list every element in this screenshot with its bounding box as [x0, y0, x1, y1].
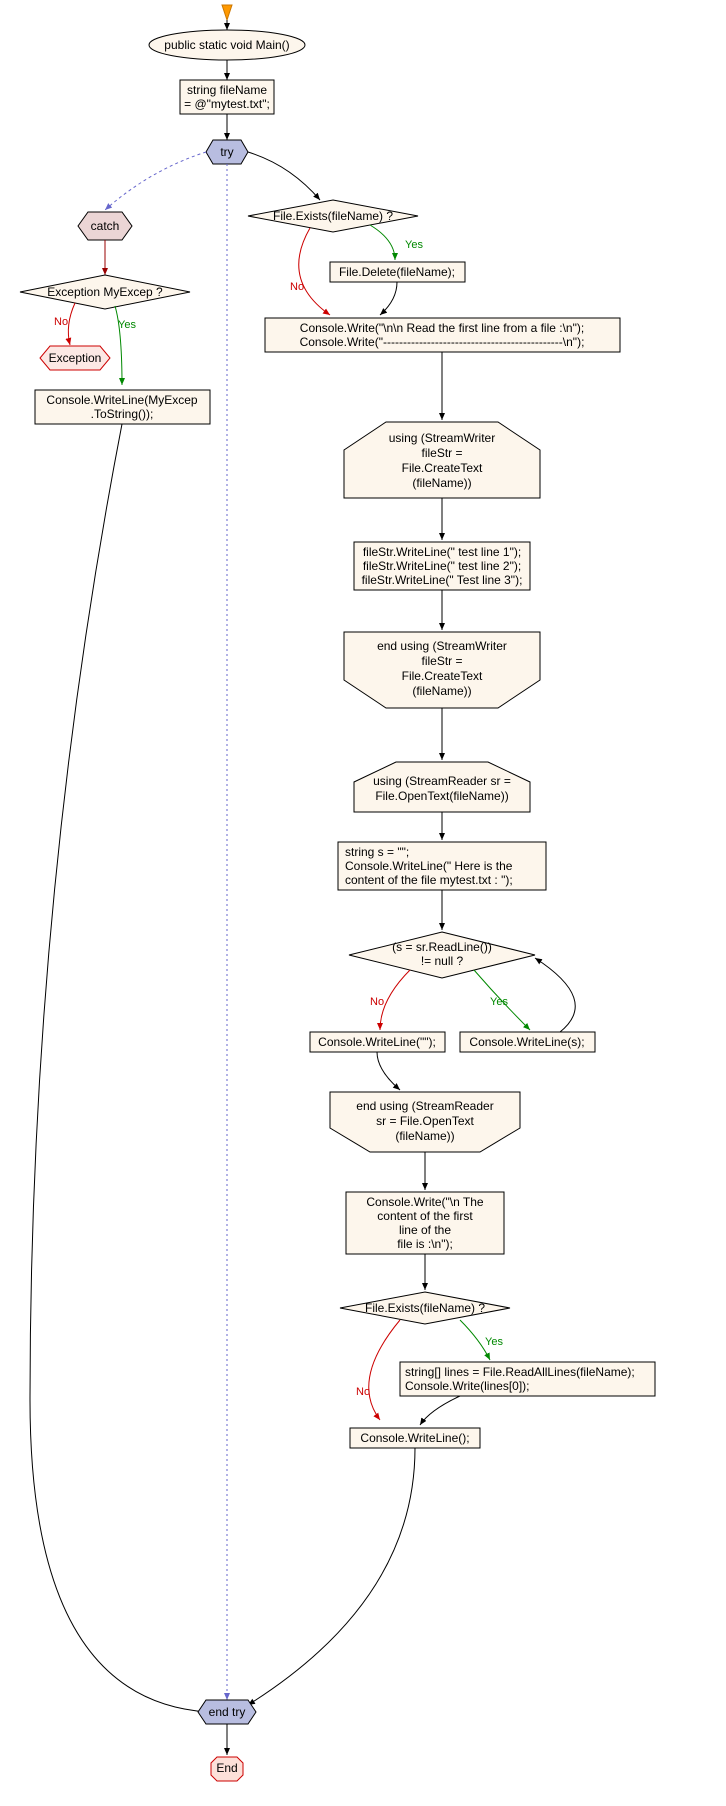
svg-text:Console.WriteLine(MyExcep: Console.WriteLine(MyExcep	[46, 393, 197, 407]
writeln-s-label: Console.WriteLine(s);	[469, 1035, 584, 1049]
svg-text:(fileName)): (fileName))	[395, 1129, 454, 1143]
svg-text:Console.Write("\n\n Read the f: Console.Write("\n\n Read the first line …	[300, 321, 584, 335]
svg-text:fileStr =: fileStr =	[421, 654, 462, 668]
svg-text:!= null ?: != null ?	[421, 954, 464, 968]
svg-text:(fileName)): (fileName))	[412, 476, 471, 490]
svg-text:No: No	[356, 1386, 370, 1398]
endtry-label: end try	[209, 1705, 246, 1719]
no-label: No	[54, 316, 68, 328]
svg-text:Console.Write("\n The: Console.Write("\n The	[366, 1195, 484, 1209]
svg-text:file is :\n");: file is :\n");	[397, 1237, 453, 1251]
yes-label: Yes	[118, 319, 136, 331]
svg-text:No: No	[290, 281, 304, 293]
svg-text:using (StreamReader sr =: using (StreamReader sr =	[373, 774, 511, 788]
svg-text:string[] lines = File.ReadAllL: string[] lines = File.ReadAllLines(fileN…	[405, 1365, 635, 1379]
svg-text:Yes: Yes	[485, 1336, 503, 1348]
writeln-final-label: Console.WriteLine();	[360, 1431, 469, 1445]
svg-text:fileStr.WriteLine(" test line: fileStr.WriteLine(" test line 1");	[363, 545, 521, 559]
svg-text:Console.Write(lines[0]);: Console.Write(lines[0]);	[405, 1379, 530, 1393]
svg-text:Yes: Yes	[490, 996, 508, 1008]
svg-text:sr = File.OpenText: sr = File.OpenText	[376, 1114, 474, 1128]
svg-text:end using (StreamWriter: end using (StreamWriter	[377, 639, 507, 653]
svg-text:Yes: Yes	[405, 239, 423, 251]
svg-text:fileStr.WriteLine(" Test line: fileStr.WriteLine(" Test line 3");	[362, 573, 523, 587]
svg-text:content of the file mytest.txt: content of the file mytest.txt : ");	[345, 873, 513, 887]
svg-text:.ToString());: .ToString());	[91, 407, 154, 421]
file-exists1-label: File.Exists(fileName) ?	[273, 209, 393, 223]
svg-text:fileStr.WriteLine(" test line: fileStr.WriteLine(" test line 2");	[363, 559, 521, 573]
svg-text:fileStr =: fileStr =	[421, 446, 462, 460]
svg-text:File.CreateText: File.CreateText	[402, 669, 483, 683]
file-exists2-label: File.Exists(fileName) ?	[365, 1301, 485, 1315]
try-label: try	[220, 145, 233, 159]
svg-text:(s = sr.ReadLine()): (s = sr.ReadLine())	[392, 940, 492, 954]
svg-text:string fileName: string fileName	[187, 83, 267, 97]
file-delete-label: File.Delete(fileName);	[339, 265, 455, 279]
svg-text:File.CreateText: File.CreateText	[402, 461, 483, 475]
end-label: End	[216, 1761, 237, 1775]
svg-text:(fileName)): (fileName))	[412, 684, 471, 698]
svg-text:line of the: line of the	[399, 1223, 451, 1237]
svg-text:using (StreamWriter: using (StreamWriter	[389, 431, 495, 445]
svg-text:No: No	[370, 996, 384, 1008]
start-icon	[222, 5, 232, 20]
svg-text:end using (StreamReader: end using (StreamReader	[356, 1099, 493, 1113]
svg-text:File.OpenText(fileName)): File.OpenText(fileName))	[375, 789, 508, 803]
exception-check-label: Exception MyExcep ?	[47, 285, 163, 299]
writeln-empty-label: Console.WriteLine("");	[318, 1035, 436, 1049]
exception-label: Exception	[49, 351, 102, 365]
svg-text:= @"mytest.txt";: = @"mytest.txt";	[184, 97, 270, 111]
svg-text:Console.WriteLine(" Here is th: Console.WriteLine(" Here is the	[345, 859, 513, 873]
svg-text:string s = "";: string s = "";	[345, 845, 409, 859]
svg-text:content of the first: content of the first	[377, 1209, 473, 1223]
main-label: public static void Main()	[164, 38, 289, 52]
flowchart-diagram: public static void Main() string fileNam…	[0, 0, 726, 1806]
catch-label: catch	[91, 219, 120, 233]
svg-text:Console.Write("---------------: Console.Write("-------------------------…	[300, 335, 585, 349]
